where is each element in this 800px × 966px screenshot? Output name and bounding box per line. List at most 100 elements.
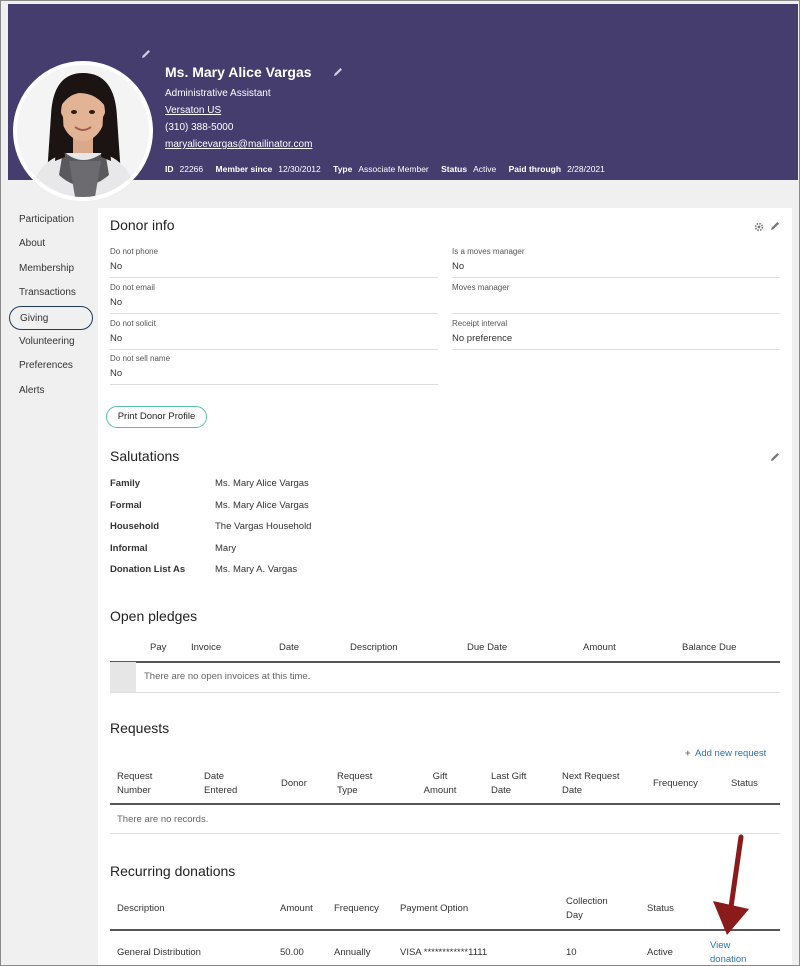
- sidebar-item-membership[interactable]: Membership: [9, 257, 93, 281]
- app-frame: Ms. Mary Alice Vargas Administrative Ass…: [0, 0, 800, 966]
- id-value: 22266: [179, 164, 204, 174]
- column-header-frequency[interactable]: Frequency: [334, 902, 379, 916]
- sidebar-item-participation[interactable]: Participation: [9, 208, 93, 232]
- column-header-amount[interactable]: Amount: [583, 641, 616, 655]
- column-header-status[interactable]: Status: [647, 902, 674, 916]
- donor-info-title: Donor info: [110, 217, 175, 233]
- salutation-formal-value: Ms. Mary Alice Vargas: [215, 500, 309, 511]
- column-header-due-date[interactable]: Due Date: [467, 641, 507, 655]
- receipt-interval-label: Receipt interval: [452, 319, 508, 328]
- column-header-payment-option[interactable]: Payment Option: [400, 902, 468, 916]
- sidebar-item-about[interactable]: About: [9, 232, 93, 256]
- print-donor-profile-button[interactable]: Print Donor Profile: [106, 406, 207, 428]
- divider: [452, 277, 780, 278]
- receipt-interval-value: No preference: [452, 333, 513, 344]
- edit-donor-info-pencil-icon[interactable]: [769, 220, 781, 232]
- moves-manager-label: Moves manager: [452, 283, 510, 292]
- edit-avatar-pencil-icon[interactable]: [140, 48, 152, 60]
- column-header-description[interactable]: Description: [117, 902, 165, 916]
- row-description: General Distribution: [117, 947, 201, 958]
- profile-email-link[interactable]: maryalicevargas@mailinator.com: [165, 139, 312, 150]
- header-line: Type: [337, 785, 358, 796]
- avatar-photo: [17, 65, 149, 197]
- column-header-amount[interactable]: Amount: [280, 902, 313, 916]
- row-frequency: Annually: [334, 947, 371, 958]
- profile-organization-link[interactable]: Versaton US: [165, 105, 221, 116]
- sidebar-item-giving[interactable]: Giving: [9, 306, 93, 330]
- salutation-informal-label: Informal: [110, 543, 148, 554]
- link-line: donation: [710, 954, 747, 965]
- column-header-date[interactable]: Date: [279, 641, 299, 655]
- table-header-divider: [110, 661, 780, 663]
- status-value: Active: [473, 164, 497, 174]
- member-since-label: Member since: [215, 164, 273, 174]
- do-not-sell-name-label: Do not sell name: [110, 354, 171, 363]
- is-moves-manager-label: Is a moves manager: [452, 247, 525, 256]
- profile-phone: (310) 388-5000: [165, 122, 234, 133]
- edit-name-pencil-icon[interactable]: [332, 66, 344, 78]
- link-line: View: [710, 940, 731, 951]
- header-line: Amount: [423, 785, 457, 796]
- header-line: Gift: [432, 771, 448, 782]
- divider: [110, 349, 438, 350]
- add-new-request-link[interactable]: + Add new request: [685, 748, 766, 759]
- profile-name: Ms. Mary Alice Vargas: [165, 64, 312, 80]
- sidebar-item-alerts[interactable]: Alerts: [9, 379, 93, 403]
- view-donation-link[interactable]: View donation: [710, 939, 747, 965]
- type-label: Type: [333, 164, 353, 174]
- salutation-formal-label: Formal: [110, 500, 142, 511]
- settings-gear-icon[interactable]: [753, 221, 765, 233]
- do-not-email-label: Do not email: [110, 283, 155, 292]
- do-not-phone-label: Do not phone: [110, 247, 159, 256]
- column-header-collection-day[interactable]: Collection Day: [566, 895, 608, 923]
- header-line: Day: [566, 910, 583, 921]
- column-header-date-entered[interactable]: Date Entered: [204, 770, 237, 798]
- column-header-request-type[interactable]: Request Type: [337, 770, 372, 798]
- member-since-value: 12/30/2012: [278, 164, 321, 174]
- header-line: Last Gift: [491, 771, 527, 782]
- column-header-gift-amount[interactable]: Gift Amount: [421, 770, 459, 798]
- header-line: Number: [117, 785, 151, 796]
- giving-panel: [98, 208, 792, 965]
- open-pledges-empty-message: There are no open invoices at this time.: [144, 671, 311, 682]
- row-payment-option: VISA ************1111: [400, 947, 488, 958]
- salutation-family-value: Ms. Mary Alice Vargas: [215, 478, 309, 489]
- requests-empty-message: There are no records.: [117, 814, 209, 825]
- plus-icon: +: [685, 748, 691, 759]
- header-line: Next Request: [562, 771, 620, 782]
- edit-salutations-pencil-icon[interactable]: [769, 451, 781, 463]
- divider: [110, 313, 438, 314]
- column-header-request-number[interactable]: Request Number: [117, 770, 152, 798]
- column-header-frequency[interactable]: Frequency: [653, 777, 698, 791]
- column-header-invoice[interactable]: Invoice: [191, 641, 221, 655]
- column-header-status[interactable]: Status: [731, 777, 758, 791]
- paid-through-value: 2/28/2021: [567, 164, 605, 174]
- sidebar-item-preferences[interactable]: Preferences: [9, 354, 93, 378]
- red-annotation-arrow: [713, 834, 749, 935]
- divider: [110, 833, 780, 834]
- column-header-description[interactable]: Description: [350, 641, 398, 655]
- do-not-email-value: No: [110, 297, 123, 308]
- header-line: Date: [491, 785, 512, 796]
- profile-job-title: Administrative Assistant: [165, 88, 271, 99]
- column-header-pay[interactable]: Pay: [150, 641, 166, 655]
- table-header-divider: [110, 929, 780, 931]
- profile-avatar: [13, 61, 153, 201]
- header-line: Collection: [566, 896, 608, 907]
- column-header-last-gift-date[interactable]: Last Gift Date: [491, 770, 526, 798]
- salutation-household-value: The Vargas Household: [215, 521, 312, 532]
- do-not-solicit-label: Do not solicit: [110, 319, 156, 328]
- pay-checkbox-cell: [110, 662, 136, 692]
- header-line: Request: [337, 771, 373, 782]
- type-value: Associate Member: [358, 164, 429, 174]
- row-status: Active: [647, 947, 673, 958]
- do-not-sell-name-value: No: [110, 368, 123, 379]
- salutation-donation-list-value: Ms. Mary A. Vargas: [215, 564, 298, 575]
- salutation-donation-list-label: Donation List As: [110, 564, 186, 575]
- sidebar-item-transactions[interactable]: Transactions: [9, 281, 93, 305]
- requests-title: Requests: [110, 720, 170, 736]
- column-header-donor[interactable]: Donor: [281, 777, 307, 791]
- sidebar-item-volunteering[interactable]: Volunteering: [9, 330, 93, 354]
- column-header-balance-due[interactable]: Balance Due: [682, 641, 736, 655]
- column-header-next-request-date[interactable]: Next Request Date: [562, 770, 620, 798]
